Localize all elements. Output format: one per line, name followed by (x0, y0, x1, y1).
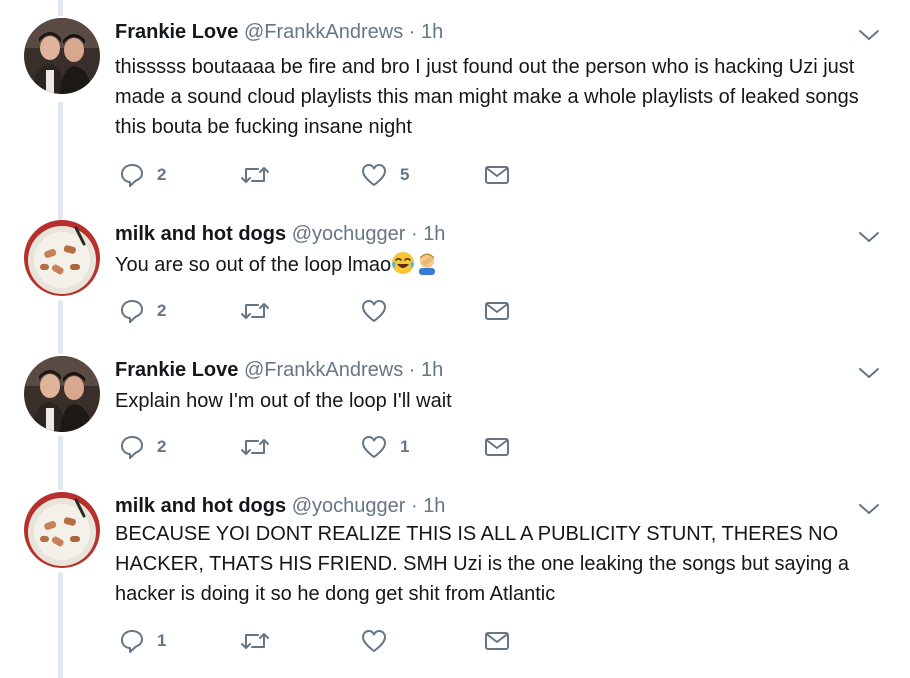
retweet-icon (240, 434, 270, 460)
man-facepalming-emoji (415, 251, 439, 284)
reply-count: 2 (157, 165, 167, 184)
heart-icon (360, 628, 388, 654)
direct-message-button[interactable] (484, 626, 510, 656)
tweet-text: Explain how I'm out of the loop I'll wai… (115, 390, 452, 412)
timestamp[interactable]: 1h (423, 495, 445, 517)
reply-icon (119, 434, 145, 460)
like-count: 5 (400, 165, 410, 184)
tweet-header: Frankie Love @FrankkAndrews · 1h (115, 20, 443, 44)
tweet-actions: 1 (115, 626, 535, 656)
separator-dot: · (408, 21, 416, 43)
display-name[interactable]: Frankie Love (115, 21, 238, 43)
retweet-icon (240, 162, 270, 188)
tweet-actions: 2 5 (115, 160, 535, 190)
heart-icon (360, 434, 388, 460)
envelope-icon (484, 300, 510, 322)
tweet-actions: 2 (115, 296, 535, 326)
envelope-icon (484, 164, 510, 186)
reply-button[interactable]: 2 (119, 432, 166, 462)
user-handle[interactable]: @FrankkAndrews (244, 21, 403, 43)
reply-count: 1 (157, 631, 167, 650)
reply-count: 2 (157, 301, 167, 320)
tweet-text: BECAUSE YOI DONT REALIZE THIS IS ALL A P… (115, 523, 849, 605)
tweet-text: You are so out of the loop lmao (115, 254, 392, 276)
face-with-tears-of-joy-emoji (391, 251, 415, 284)
chevron-down-icon[interactable] (858, 230, 880, 244)
direct-message-button[interactable] (484, 296, 510, 326)
reply-icon (119, 162, 145, 188)
direct-message-button[interactable] (484, 432, 510, 462)
chevron-down-icon[interactable] (858, 28, 880, 42)
retweet-button[interactable] (240, 160, 282, 190)
thread-line (58, 0, 63, 16)
reply-button[interactable]: 1 (119, 626, 166, 656)
tweet[interactable]: Frankie Love @FrankkAndrews · 1h thissss… (0, 18, 910, 198)
retweet-icon (240, 298, 270, 324)
envelope-icon (484, 436, 510, 458)
tweet[interactable]: milk and hot dogs @yochugger · 1h You ar… (0, 220, 910, 340)
tweet-text: thisssss boutaaaa be fire and bro I just… (115, 56, 859, 138)
tweet[interactable]: milk and hot dogs @yochugger · 1h BECAUS… (0, 492, 910, 678)
avatar[interactable] (24, 220, 100, 296)
like-count: 1 (400, 437, 410, 456)
direct-message-button[interactable] (484, 160, 510, 190)
timestamp[interactable]: 1h (423, 223, 445, 245)
retweet-button[interactable] (240, 432, 282, 462)
reply-button[interactable]: 2 (119, 296, 166, 326)
chevron-down-icon[interactable] (858, 502, 880, 516)
reply-icon (119, 298, 145, 324)
tweet-header: Frankie Love @FrankkAndrews · 1h (115, 358, 443, 382)
separator-dot: · (410, 495, 418, 517)
heart-icon (360, 162, 388, 188)
display-name[interactable]: milk and hot dogs (115, 495, 286, 517)
heart-icon (360, 298, 388, 324)
timestamp[interactable]: 1h (421, 359, 443, 381)
separator-dot: · (408, 359, 416, 381)
user-handle[interactable]: @yochugger (292, 223, 406, 245)
like-button[interactable]: 5 (360, 160, 409, 190)
like-button[interactable]: 1 (360, 432, 409, 462)
retweet-icon (240, 628, 270, 654)
display-name[interactable]: milk and hot dogs (115, 223, 286, 245)
tweet-header: milk and hot dogs @yochugger · 1h (115, 494, 445, 518)
timestamp[interactable]: 1h (421, 21, 443, 43)
envelope-icon (484, 630, 510, 652)
avatar[interactable] (24, 18, 100, 94)
chevron-down-icon[interactable] (858, 366, 880, 380)
separator-dot: · (410, 223, 418, 245)
user-handle[interactable]: @yochugger (292, 495, 406, 517)
like-button[interactable] (360, 626, 400, 656)
reply-icon (119, 628, 145, 654)
reply-button[interactable]: 2 (119, 160, 166, 190)
tweet-header: milk and hot dogs @yochugger · 1h (115, 222, 445, 246)
retweet-button[interactable] (240, 626, 282, 656)
display-name[interactable]: Frankie Love (115, 359, 238, 381)
avatar[interactable] (24, 356, 100, 432)
tweet-text-container: You are so out of the loop lmao (115, 250, 885, 284)
avatar[interactable] (24, 492, 100, 568)
like-button[interactable] (360, 296, 400, 326)
reply-count: 2 (157, 437, 167, 456)
tweet[interactable]: Frankie Love @FrankkAndrews · 1h Explain… (0, 356, 910, 476)
user-handle[interactable]: @FrankkAndrews (244, 359, 403, 381)
retweet-button[interactable] (240, 296, 282, 326)
tweet-actions: 2 1 (115, 432, 535, 462)
